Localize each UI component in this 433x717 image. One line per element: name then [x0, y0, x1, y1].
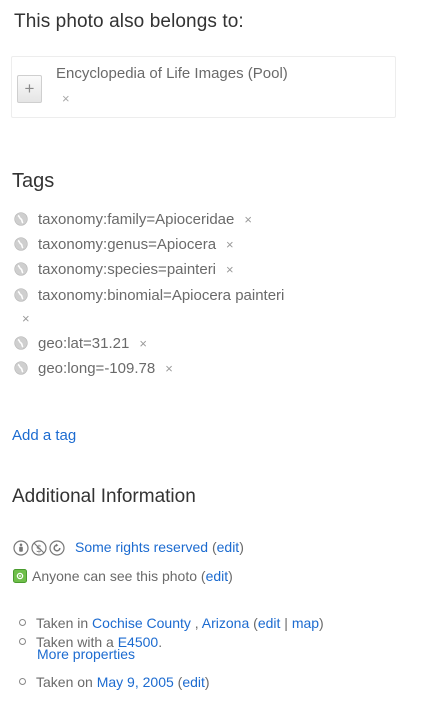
tag-remove-icon[interactable]: ×: [139, 336, 147, 351]
belongs-heading: This photo also belongs to:: [14, 11, 244, 32]
add-tag-link[interactable]: Add a tag: [12, 427, 76, 444]
county-link[interactable]: Cochise County: [92, 615, 191, 631]
additional-info-heading: Additional Information: [12, 486, 196, 507]
globe-icon: [14, 361, 28, 375]
cc-noncommercial-icon: $: [31, 540, 47, 556]
bullet-icon: [19, 678, 26, 685]
privacy-text: Anyone can see this photo: [32, 568, 198, 584]
license-edit-link[interactable]: edit: [217, 539, 240, 555]
more-properties-link[interactable]: More properties: [37, 645, 135, 663]
bullet-icon: [19, 638, 26, 645]
taken-on-prefix: Taken on: [36, 674, 93, 690]
taken-in-prefix: Taken in: [36, 615, 89, 631]
tag-item: taxonomy:species=painteri ×: [14, 260, 234, 280]
tag-link[interactable]: taxonomy:family=Apioceridae: [38, 211, 234, 228]
privacy-row: Anyone can see this photo (edit): [13, 566, 233, 586]
privacy-icon: [13, 569, 27, 583]
globe-icon: [14, 262, 28, 276]
pool-card: + Encyclopedia of Life Images (Pool) ×: [11, 56, 396, 118]
tag-remove-icon[interactable]: ×: [226, 262, 234, 277]
tag-remove-icon[interactable]: ×: [226, 237, 234, 252]
globe-icon: [14, 212, 28, 226]
cc-attribution-icon: [13, 540, 29, 556]
pool-name-link[interactable]: Encyclopedia of Life Images (Pool): [56, 65, 288, 82]
state-link[interactable]: Arizona: [202, 615, 249, 631]
period: .: [158, 634, 163, 650]
map-link[interactable]: map: [292, 615, 319, 631]
tag-remove-icon[interactable]: ×: [244, 212, 252, 227]
license-row: $ Some rights reserved (edit): [13, 537, 244, 557]
bullet-icon: [19, 619, 26, 626]
tags-heading: Tags: [12, 170, 55, 192]
tag-link[interactable]: taxonomy:binomial=Apiocera painteri: [38, 287, 284, 304]
close-paren: ): [319, 615, 324, 631]
taken-in-row: Taken in Cochise County , Arizona (edit …: [19, 614, 324, 632]
license-link[interactable]: Some rights reserved: [75, 539, 208, 555]
license-icons: $: [13, 540, 67, 561]
privacy-edit-link[interactable]: edit: [206, 568, 229, 584]
date-edit-link[interactable]: edit: [182, 674, 205, 690]
pool-remove-icon[interactable]: ×: [62, 91, 70, 106]
close-paren: ): [239, 539, 244, 555]
tag-remove-icon[interactable]: ×: [22, 311, 30, 326]
tag-item: geo:long=-109.78 ×: [14, 359, 173, 379]
tag-item: taxonomy:genus=Apiocera ×: [14, 235, 234, 255]
date-link[interactable]: May 9, 2005: [97, 674, 174, 690]
tag-item: taxonomy:binomial=Apiocera painteri: [14, 286, 284, 306]
tag-item: taxonomy:family=Apioceridae ×: [14, 210, 252, 230]
tag-link[interactable]: geo:lat=31.21: [38, 335, 129, 352]
tag-item: geo:lat=31.21 ×: [14, 334, 147, 354]
plus-icon: +: [24, 79, 35, 98]
close-paren: ): [204, 674, 210, 690]
taken-on-row: Taken on May 9, 2005 (edit): [19, 673, 210, 691]
tag-link[interactable]: geo:long=-109.78: [38, 360, 155, 377]
tag-link[interactable]: taxonomy:species=painteri: [38, 261, 216, 278]
cc-sharealike-icon: [49, 540, 65, 556]
pool-add-button[interactable]: +: [17, 75, 42, 103]
globe-icon: [14, 336, 28, 350]
tag-remove-icon[interactable]: ×: [165, 361, 173, 376]
location-edit-link[interactable]: edit: [258, 615, 281, 631]
tag-link[interactable]: taxonomy:genus=Apiocera: [38, 236, 216, 253]
location-separator: ,: [190, 615, 199, 631]
globe-icon: [14, 288, 28, 302]
close-paren: ): [228, 568, 233, 584]
pipe-separator: |: [284, 615, 288, 631]
globe-icon: [14, 237, 28, 251]
